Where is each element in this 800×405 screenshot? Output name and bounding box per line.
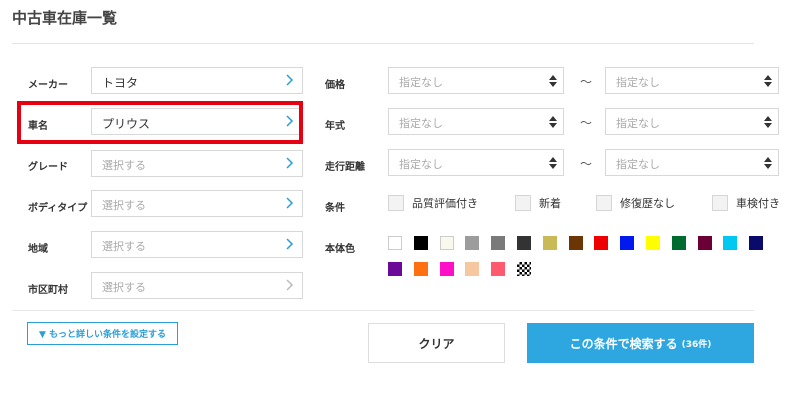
color-swatch[interactable] bbox=[465, 262, 479, 276]
grade-label: グレード bbox=[28, 162, 68, 173]
mileage-from-select[interactable]: 指定なし bbox=[388, 149, 564, 176]
color-swatch[interactable] bbox=[517, 236, 531, 250]
more-conditions-button[interactable]: ▼ もっと詳しい条件を設定する bbox=[27, 322, 178, 345]
maker-select[interactable]: トヨタ bbox=[91, 67, 303, 94]
checkbox-box bbox=[388, 195, 404, 211]
checkbox-box bbox=[596, 195, 612, 211]
new-arrival-checkbox[interactable]: 新着 bbox=[515, 195, 561, 211]
grade-placeholder: 選択する bbox=[102, 159, 146, 172]
range-separator: ～ bbox=[580, 116, 593, 130]
body-type-label: ボディタイプ bbox=[28, 203, 88, 214]
no-repair-history-checkbox[interactable]: 修復歴なし bbox=[596, 195, 675, 211]
body-color-label: 本体色 bbox=[325, 244, 355, 255]
color-swatch-pattern[interactable] bbox=[517, 262, 531, 276]
color-swatch[interactable] bbox=[672, 236, 686, 250]
color-swatch[interactable] bbox=[543, 236, 557, 250]
color-swatch[interactable] bbox=[465, 236, 479, 250]
grade-select[interactable]: 選択する bbox=[91, 150, 303, 177]
region-placeholder: 選択する bbox=[102, 240, 146, 253]
color-swatch[interactable] bbox=[646, 236, 660, 250]
year-to-value: 指定なし bbox=[616, 117, 660, 130]
color-swatch[interactable] bbox=[491, 262, 505, 276]
page-title: 中古車在庫一覧 bbox=[12, 9, 118, 27]
divider bbox=[12, 43, 754, 44]
checkbox-box bbox=[515, 195, 531, 211]
updown-icon bbox=[764, 75, 772, 87]
checkbox-label: 品質評価付き bbox=[412, 197, 478, 210]
color-swatch[interactable] bbox=[491, 236, 505, 250]
range-separator: ～ bbox=[580, 75, 593, 89]
chevron-right-icon bbox=[286, 74, 294, 86]
color-swatch[interactable] bbox=[414, 236, 428, 250]
color-swatch[interactable] bbox=[749, 236, 763, 250]
price-label: 価格 bbox=[325, 80, 345, 91]
range-separator: ～ bbox=[580, 157, 593, 171]
region-select[interactable]: 選択する bbox=[91, 231, 303, 258]
city-label: 市区町村 bbox=[28, 285, 68, 296]
year-from-select[interactable]: 指定なし bbox=[388, 108, 564, 135]
color-swatch[interactable] bbox=[594, 236, 608, 250]
maker-value: トヨタ bbox=[102, 76, 139, 90]
updown-icon bbox=[549, 116, 557, 128]
year-label: 年式 bbox=[325, 121, 345, 132]
checkbox-box bbox=[712, 195, 728, 211]
color-swatch[interactable] bbox=[723, 236, 737, 250]
search-button[interactable]: この条件で検索する (36件) bbox=[527, 323, 754, 363]
region-label: 地域 bbox=[28, 244, 48, 255]
body-type-placeholder: 選択する bbox=[102, 199, 146, 212]
body-type-select[interactable]: 選択する bbox=[91, 190, 303, 217]
chevron-right-icon bbox=[286, 279, 294, 291]
price-to-value: 指定なし bbox=[616, 76, 660, 89]
with-inspection-checkbox[interactable]: 車検付き bbox=[712, 195, 780, 211]
updown-icon bbox=[549, 157, 557, 169]
color-swatch[interactable] bbox=[388, 262, 402, 276]
mileage-label: 走行距離 bbox=[325, 162, 365, 173]
price-from-select[interactable]: 指定なし bbox=[388, 67, 564, 94]
updown-icon bbox=[764, 157, 772, 169]
color-swatch[interactable] bbox=[440, 262, 454, 276]
checkbox-label: 新着 bbox=[539, 197, 561, 210]
divider bbox=[12, 310, 754, 311]
mileage-from-value: 指定なし bbox=[399, 158, 443, 171]
chevron-right-icon bbox=[286, 157, 294, 169]
conditions-label: 条件 bbox=[325, 203, 345, 214]
city-placeholder: 選択する bbox=[102, 281, 146, 294]
result-count: (36件) bbox=[681, 339, 712, 350]
color-swatch[interactable] bbox=[569, 236, 583, 250]
mileage-to-select[interactable]: 指定なし bbox=[605, 149, 779, 176]
price-to-select[interactable]: 指定なし bbox=[605, 67, 779, 94]
year-from-value: 指定なし bbox=[399, 117, 443, 130]
color-swatch[interactable] bbox=[440, 236, 454, 250]
checkbox-label: 修復歴なし bbox=[620, 197, 675, 210]
checkbox-label: 車検付き bbox=[736, 197, 780, 210]
updown-icon bbox=[549, 75, 557, 87]
color-swatch[interactable] bbox=[388, 236, 402, 250]
maker-label: メーカー bbox=[28, 80, 68, 91]
mileage-to-value: 指定なし bbox=[616, 158, 660, 171]
clear-button[interactable]: クリア bbox=[368, 323, 505, 363]
color-swatch[interactable] bbox=[698, 236, 712, 250]
search-button-label: この条件で検索する bbox=[569, 336, 678, 351]
updown-icon bbox=[764, 116, 772, 128]
color-swatch[interactable] bbox=[620, 236, 634, 250]
year-to-select[interactable]: 指定なし bbox=[605, 108, 779, 135]
price-from-value: 指定なし bbox=[399, 76, 443, 89]
city-select[interactable]: 選択する bbox=[91, 272, 303, 299]
chevron-right-icon bbox=[286, 197, 294, 209]
color-swatch[interactable] bbox=[414, 262, 428, 276]
highlight-box bbox=[17, 101, 303, 144]
quality-rated-checkbox[interactable]: 品質評価付き bbox=[388, 195, 478, 211]
chevron-right-icon bbox=[286, 238, 294, 250]
